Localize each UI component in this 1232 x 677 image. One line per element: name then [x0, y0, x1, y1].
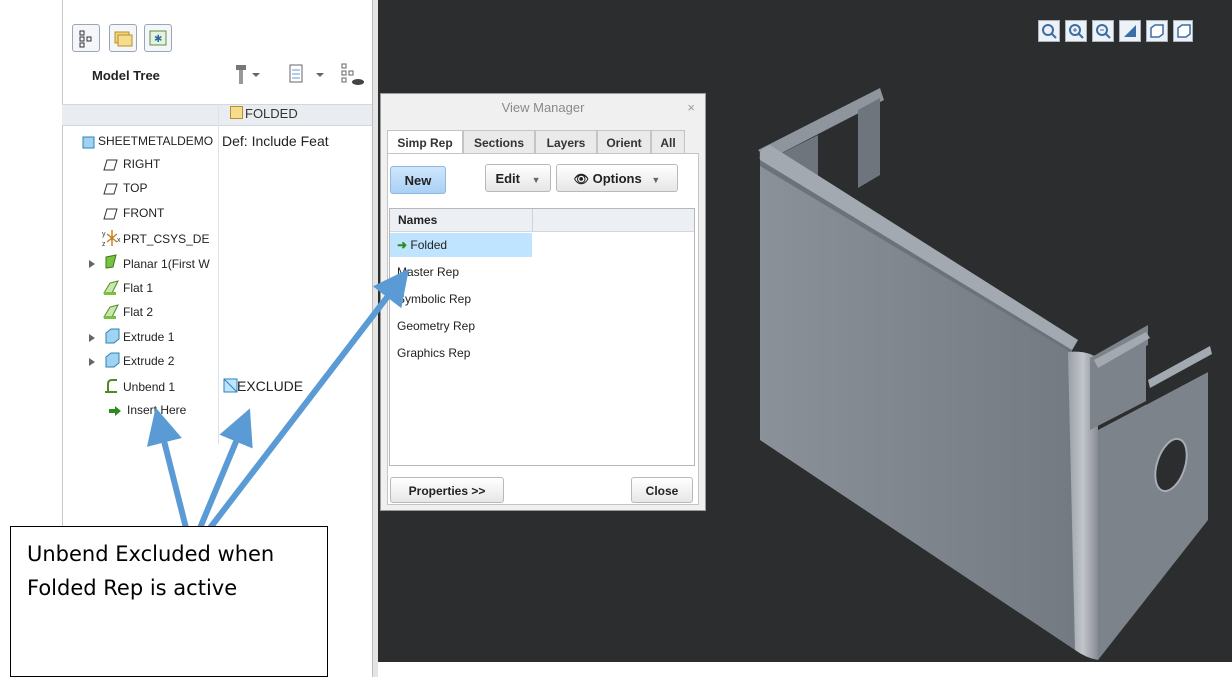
callout-text: Unbend Excluded when Folded Rep is activ…	[27, 542, 275, 600]
annotation-callout: Unbend Excluded when Folded Rep is activ…	[10, 526, 328, 677]
arrow-to-unbend	[146, 407, 189, 529]
arrow-to-folded	[207, 268, 409, 530]
